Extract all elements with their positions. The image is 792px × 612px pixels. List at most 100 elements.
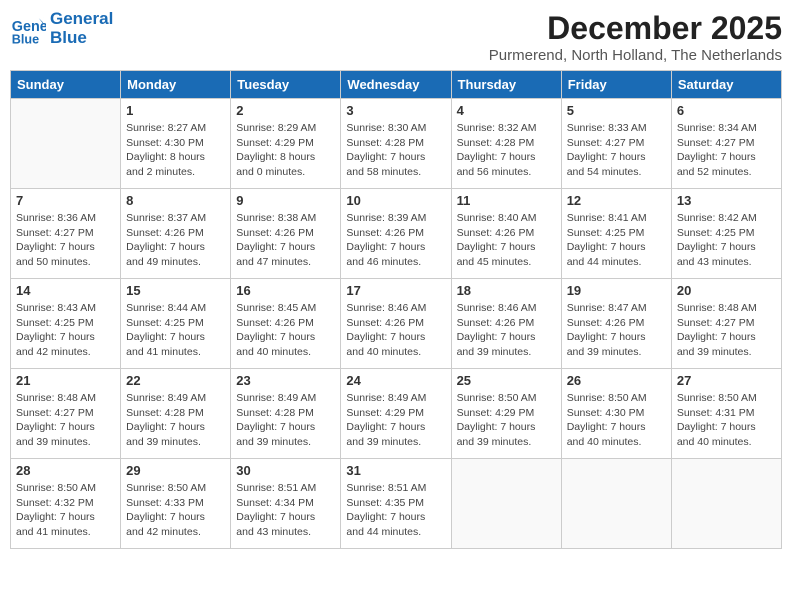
calendar-cell: 12 Sunrise: 8:41 AM Sunset: 4:25 PM Dayli… <box>561 189 671 279</box>
calendar-cell: 29 Sunrise: 8:50 AM Sunset: 4:33 PM Dayli… <box>121 459 231 549</box>
day-info: Sunrise: 8:46 AM Sunset: 4:26 PM Dayligh… <box>346 301 445 360</box>
day-number: 22 <box>126 373 225 388</box>
day-info: Sunrise: 8:38 AM Sunset: 4:26 PM Dayligh… <box>236 211 335 270</box>
day-number: 15 <box>126 283 225 298</box>
calendar-cell: 6 Sunrise: 8:34 AM Sunset: 4:27 PM Daylig… <box>671 99 781 189</box>
day-number: 2 <box>236 103 335 118</box>
day-number: 1 <box>126 103 225 118</box>
day-info: Sunrise: 8:49 AM Sunset: 4:29 PM Dayligh… <box>346 391 445 450</box>
calendar-table: SundayMondayTuesdayWednesdayThursdayFrid… <box>10 70 782 549</box>
day-info: Sunrise: 8:45 AM Sunset: 4:26 PM Dayligh… <box>236 301 335 360</box>
day-info: Sunrise: 8:50 AM Sunset: 4:33 PM Dayligh… <box>126 481 225 540</box>
day-number: 29 <box>126 463 225 478</box>
day-number: 4 <box>457 103 556 118</box>
day-info: Sunrise: 8:36 AM Sunset: 4:27 PM Dayligh… <box>16 211 115 270</box>
day-info: Sunrise: 8:50 AM Sunset: 4:32 PM Dayligh… <box>16 481 115 540</box>
month-year: December 2025 <box>489 10 782 47</box>
day-info: Sunrise: 8:39 AM Sunset: 4:26 PM Dayligh… <box>346 211 445 270</box>
day-info: Sunrise: 8:50 AM Sunset: 4:30 PM Dayligh… <box>567 391 666 450</box>
day-number: 27 <box>677 373 776 388</box>
logo: General Blue General Blue <box>10 10 113 47</box>
weekday-wednesday: Wednesday <box>341 71 451 99</box>
day-info: Sunrise: 8:27 AM Sunset: 4:30 PM Dayligh… <box>126 121 225 180</box>
day-number: 17 <box>346 283 445 298</box>
day-number: 18 <box>457 283 556 298</box>
day-number: 20 <box>677 283 776 298</box>
page-header: General Blue General Blue December 2025 … <box>10 10 782 64</box>
day-number: 28 <box>16 463 115 478</box>
calendar-cell: 16 Sunrise: 8:45 AM Sunset: 4:26 PM Dayli… <box>231 279 341 369</box>
day-number: 23 <box>236 373 335 388</box>
calendar-cell <box>671 459 781 549</box>
week-row-3: 14Sunrise: 8:43 AM Sunset: 4:25 PM Dayli… <box>11 279 782 369</box>
day-info: Sunrise: 8:32 AM Sunset: 4:28 PM Dayligh… <box>457 121 556 180</box>
day-info: Sunrise: 8:33 AM Sunset: 4:27 PM Dayligh… <box>567 121 666 180</box>
day-info: Sunrise: 8:37 AM Sunset: 4:26 PM Dayligh… <box>126 211 225 270</box>
day-number: 8 <box>126 193 225 208</box>
calendar-cell: 26Sunrise: 8:50 AM Sunset: 4:30 PM Dayli… <box>561 369 671 459</box>
weekday-monday: Monday <box>121 71 231 99</box>
day-number: 25 <box>457 373 556 388</box>
calendar-cell: 4 Sunrise: 8:32 AM Sunset: 4:28 PM Daylig… <box>451 99 561 189</box>
day-info: Sunrise: 8:40 AM Sunset: 4:26 PM Dayligh… <box>457 211 556 270</box>
calendar-cell: 15 Sunrise: 8:44 AM Sunset: 4:25 PM Dayli… <box>121 279 231 369</box>
calendar-cell: 8 Sunrise: 8:37 AM Sunset: 4:26 PM Daylig… <box>121 189 231 279</box>
calendar-cell: 30Sunrise: 8:51 AM Sunset: 4:34 PM Dayli… <box>231 459 341 549</box>
day-info: Sunrise: 8:49 AM Sunset: 4:28 PM Dayligh… <box>126 391 225 450</box>
calendar-cell: 22 Sunrise: 8:49 AM Sunset: 4:28 PM Dayli… <box>121 369 231 459</box>
day-number: 6 <box>677 103 776 118</box>
calendar-cell: 24Sunrise: 8:49 AM Sunset: 4:29 PM Dayli… <box>341 369 451 459</box>
day-number: 19 <box>567 283 666 298</box>
weekday-tuesday: Tuesday <box>231 71 341 99</box>
day-info: Sunrise: 8:41 AM Sunset: 4:25 PM Dayligh… <box>567 211 666 270</box>
calendar-cell: 25Sunrise: 8:50 AM Sunset: 4:29 PM Dayli… <box>451 369 561 459</box>
day-info: Sunrise: 8:46 AM Sunset: 4:26 PM Dayligh… <box>457 301 556 360</box>
day-number: 11 <box>457 193 556 208</box>
day-number: 7 <box>16 193 115 208</box>
day-number: 21 <box>16 373 115 388</box>
calendar-cell: 2 Sunrise: 8:29 AM Sunset: 4:29 PM Daylig… <box>231 99 341 189</box>
day-info: Sunrise: 8:44 AM Sunset: 4:25 PM Dayligh… <box>126 301 225 360</box>
calendar-cell <box>561 459 671 549</box>
calendar-cell: 5 Sunrise: 8:33 AM Sunset: 4:27 PM Daylig… <box>561 99 671 189</box>
calendar-cell <box>451 459 561 549</box>
calendar-cell: 31 Sunrise: 8:51 AM Sunset: 4:35 PM Dayli… <box>341 459 451 549</box>
week-row-2: 7 Sunrise: 8:36 AM Sunset: 4:27 PM Daylig… <box>11 189 782 279</box>
calendar-cell: 1 Sunrise: 8:27 AM Sunset: 4:30 PM Daylig… <box>121 99 231 189</box>
day-info: Sunrise: 8:47 AM Sunset: 4:26 PM Dayligh… <box>567 301 666 360</box>
day-number: 13 <box>677 193 776 208</box>
day-info: Sunrise: 8:51 AM Sunset: 4:35 PM Dayligh… <box>346 481 445 540</box>
svg-text:Blue: Blue <box>12 32 39 46</box>
calendar-cell: 19 Sunrise: 8:47 AM Sunset: 4:26 PM Dayli… <box>561 279 671 369</box>
weekday-thursday: Thursday <box>451 71 561 99</box>
logo-line1: General <box>50 10 113 29</box>
day-info: Sunrise: 8:48 AM Sunset: 4:27 PM Dayligh… <box>677 301 776 360</box>
calendar-cell: 10 Sunrise: 8:39 AM Sunset: 4:26 PM Dayli… <box>341 189 451 279</box>
logo-line2: Blue <box>50 29 113 48</box>
day-number: 5 <box>567 103 666 118</box>
calendar-cell <box>11 99 121 189</box>
weekday-saturday: Saturday <box>671 71 781 99</box>
weekday-friday: Friday <box>561 71 671 99</box>
day-info: Sunrise: 8:34 AM Sunset: 4:27 PM Dayligh… <box>677 121 776 180</box>
day-number: 3 <box>346 103 445 118</box>
calendar-cell: 27Sunrise: 8:50 AM Sunset: 4:31 PM Dayli… <box>671 369 781 459</box>
logo-icon: General Blue <box>10 11 46 47</box>
calendar-body: 1 Sunrise: 8:27 AM Sunset: 4:30 PM Daylig… <box>11 99 782 549</box>
day-info: Sunrise: 8:43 AM Sunset: 4:25 PM Dayligh… <box>16 301 115 360</box>
day-number: 9 <box>236 193 335 208</box>
week-row-5: 28 Sunrise: 8:50 AM Sunset: 4:32 PM Dayli… <box>11 459 782 549</box>
day-number: 31 <box>346 463 445 478</box>
day-number: 16 <box>236 283 335 298</box>
day-info: Sunrise: 8:29 AM Sunset: 4:29 PM Dayligh… <box>236 121 335 180</box>
day-number: 10 <box>346 193 445 208</box>
day-info: Sunrise: 8:42 AM Sunset: 4:25 PM Dayligh… <box>677 211 776 270</box>
calendar-cell: 18 Sunrise: 8:46 AM Sunset: 4:26 PM Dayli… <box>451 279 561 369</box>
day-info: Sunrise: 8:51 AM Sunset: 4:34 PM Dayligh… <box>236 481 335 540</box>
calendar-cell: 7 Sunrise: 8:36 AM Sunset: 4:27 PM Daylig… <box>11 189 121 279</box>
day-number: 12 <box>567 193 666 208</box>
calendar-cell: 21 Sunrise: 8:48 AM Sunset: 4:27 PM Dayli… <box>11 369 121 459</box>
day-info: Sunrise: 8:48 AM Sunset: 4:27 PM Dayligh… <box>16 391 115 450</box>
day-info: Sunrise: 8:49 AM Sunset: 4:28 PM Dayligh… <box>236 391 335 450</box>
calendar-cell: 3Sunrise: 8:30 AM Sunset: 4:28 PM Daylig… <box>341 99 451 189</box>
